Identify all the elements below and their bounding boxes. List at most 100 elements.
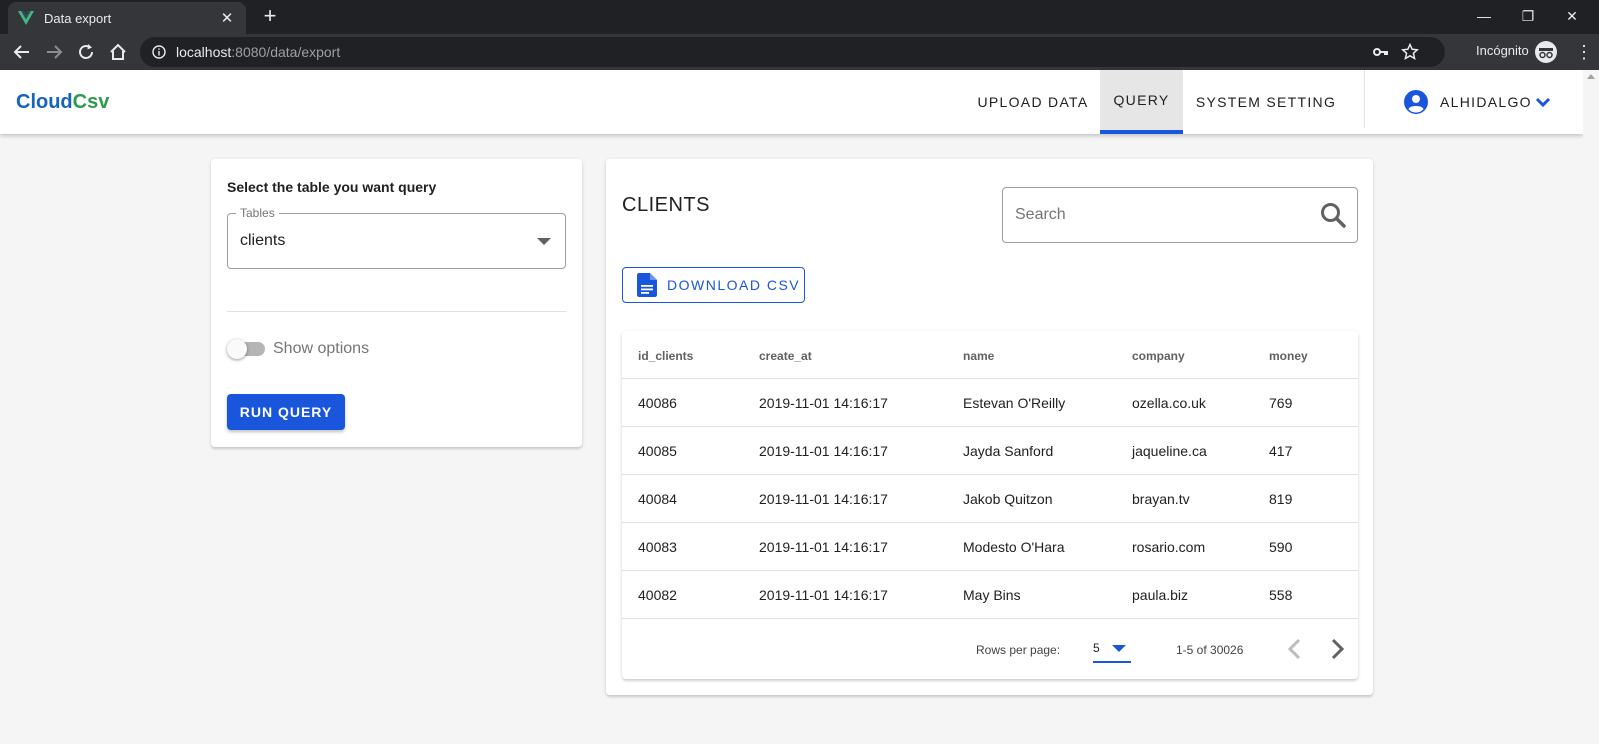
cell-create-at: 2019-11-01 14:16:17 bbox=[759, 443, 888, 459]
caret-down-icon bbox=[1112, 645, 1126, 652]
incognito-icon[interactable] bbox=[1535, 41, 1557, 63]
bookmark-star-icon[interactable] bbox=[1401, 43, 1419, 61]
tables-select[interactable]: Tables clients bbox=[227, 206, 566, 269]
minimize-button[interactable]: — bbox=[1462, 4, 1506, 28]
show-options-toggle[interactable] bbox=[227, 336, 267, 362]
cell-id: 40083 bbox=[638, 539, 677, 555]
cell-create-at: 2019-11-01 14:16:17 bbox=[759, 395, 888, 411]
cell-company: brayan.tv bbox=[1132, 491, 1190, 507]
cell-create-at: 2019-11-01 14:16:17 bbox=[759, 539, 888, 555]
divider bbox=[227, 311, 566, 312]
cell-company: rosario.com bbox=[1132, 539, 1206, 555]
table-row[interactable]: 40083 2019-11-01 14:16:17 Modesto O'Hara… bbox=[622, 523, 1358, 571]
tab-title: Data export bbox=[44, 10, 112, 26]
arrow-right-icon bbox=[47, 45, 63, 59]
tables-selected-value: clients bbox=[240, 232, 286, 249]
table-footer: Rows per page: 5 1-5 of 30026 bbox=[622, 619, 1358, 679]
browser-toolbar: localhost:8080/data/export Incógnito ⋮ bbox=[0, 34, 1599, 70]
column-header-create-at[interactable]: create_at bbox=[759, 349, 812, 363]
chevron-right-icon[interactable] bbox=[1323, 635, 1351, 663]
tables-label: Tables bbox=[236, 206, 279, 220]
results-panel: CLIENTS DOWNLOAD CSV id_clients create_a… bbox=[606, 159, 1373, 695]
forward-button[interactable] bbox=[40, 38, 68, 66]
app-header: CloudCsv UPLOAD DATA QUERY SYSTEM SETTIN… bbox=[0, 70, 1583, 134]
cell-company: ozella.co.uk bbox=[1132, 395, 1206, 411]
cell-name: Estevan O'Reilly bbox=[963, 395, 1066, 411]
reload-button[interactable] bbox=[72, 38, 100, 66]
cell-id: 40082 bbox=[638, 587, 677, 603]
home-button[interactable] bbox=[104, 38, 132, 66]
address-bar[interactable]: localhost:8080/data/export bbox=[140, 37, 1445, 67]
query-panel: Select the table you want query Tables c… bbox=[211, 159, 582, 447]
cell-money: 819 bbox=[1269, 491, 1293, 507]
results-title: CLIENTS bbox=[622, 194, 710, 216]
nav-upload-data[interactable]: UPLOAD DATA bbox=[968, 70, 1098, 134]
table-row[interactable]: 40082 2019-11-01 14:16:17 May Bins paula… bbox=[622, 571, 1358, 619]
cell-company: paula.biz bbox=[1132, 587, 1189, 603]
browser-menu-icon[interactable]: ⋮ bbox=[1575, 42, 1593, 62]
column-header-name[interactable]: name bbox=[963, 349, 994, 363]
cell-money: 417 bbox=[1269, 443, 1293, 459]
user-account-icon[interactable] bbox=[1404, 90, 1428, 114]
nav-query[interactable]: QUERY bbox=[1100, 70, 1183, 134]
column-header-id-clients[interactable]: id_clients bbox=[638, 349, 693, 363]
reload-icon bbox=[79, 44, 93, 59]
show-options-label[interactable]: Show options bbox=[273, 336, 369, 362]
browser-tab-bar: Data export ✕ + — ❐ ✕ bbox=[0, 0, 1599, 34]
url-text: localhost:8080/data/export bbox=[176, 44, 341, 60]
rows-per-page-label: Rows per page: bbox=[976, 643, 1061, 657]
rows-per-page-select[interactable]: 5 bbox=[1093, 633, 1131, 663]
nav-system-setting[interactable]: SYSTEM SETTING bbox=[1185, 70, 1347, 134]
caret-down-icon[interactable] bbox=[537, 238, 551, 245]
info-icon bbox=[152, 45, 166, 59]
document-icon bbox=[637, 273, 657, 297]
cell-money: 558 bbox=[1269, 587, 1293, 603]
app-logo[interactable]: CloudCsv bbox=[16, 91, 109, 114]
browser-tab[interactable]: Data export ✕ bbox=[8, 2, 246, 34]
cell-money: 590 bbox=[1269, 539, 1293, 555]
chevron-down-icon[interactable] bbox=[1534, 94, 1552, 112]
table-header: id_clients create_at name company money bbox=[622, 331, 1358, 379]
cell-id: 40085 bbox=[638, 443, 677, 459]
incognito-label[interactable]: Incógnito bbox=[1476, 43, 1529, 58]
restore-button[interactable]: ❐ bbox=[1506, 4, 1550, 28]
close-window-button[interactable]: ✕ bbox=[1550, 4, 1594, 28]
chevron-left-icon[interactable] bbox=[1281, 635, 1309, 663]
search-field[interactable] bbox=[1002, 187, 1358, 243]
pagination-range: 1-5 of 30026 bbox=[1176, 643, 1244, 657]
search-icon[interactable] bbox=[1319, 201, 1347, 229]
scroll-up-icon[interactable] bbox=[1587, 74, 1595, 79]
table-row[interactable]: 40085 2019-11-01 14:16:17 Jayda Sanford … bbox=[622, 427, 1358, 475]
toggle-thumb bbox=[227, 339, 247, 359]
clients-table: id_clients create_at name company money … bbox=[622, 331, 1358, 679]
cell-name: Jayda Sanford bbox=[963, 443, 1054, 459]
arrow-left-icon bbox=[13, 45, 29, 59]
download-csv-label: DOWNLOAD CSV bbox=[667, 277, 801, 293]
cell-id: 40086 bbox=[638, 395, 677, 411]
column-header-money[interactable]: money bbox=[1269, 349, 1308, 363]
nav-divider bbox=[1364, 70, 1365, 128]
page-scrollbar[interactable] bbox=[1583, 70, 1599, 744]
new-tab-button[interactable]: + bbox=[258, 4, 282, 28]
search-input[interactable] bbox=[1004, 189, 1304, 241]
cell-money: 769 bbox=[1269, 395, 1293, 411]
table-row[interactable]: 40084 2019-11-01 14:16:17 Jakob Quitzon … bbox=[622, 475, 1358, 523]
vue-logo-icon bbox=[18, 11, 34, 25]
cell-name: Jakob Quitzon bbox=[963, 491, 1053, 507]
column-header-company[interactable]: company bbox=[1132, 349, 1185, 363]
cell-company: jaqueline.ca bbox=[1132, 443, 1207, 459]
run-query-button[interactable]: RUN QUERY bbox=[227, 394, 345, 430]
cell-create-at: 2019-11-01 14:16:17 bbox=[759, 491, 888, 507]
tab-close-icon[interactable]: ✕ bbox=[218, 9, 236, 27]
cell-name: May Bins bbox=[963, 587, 1021, 603]
cell-create-at: 2019-11-01 14:16:17 bbox=[759, 587, 888, 603]
home-icon bbox=[110, 43, 126, 60]
table-row[interactable]: 40086 2019-11-01 14:16:17 Estevan O'Reil… bbox=[622, 379, 1358, 427]
rows-per-page-value: 5 bbox=[1093, 641, 1100, 655]
download-csv-button[interactable]: DOWNLOAD CSV bbox=[622, 267, 805, 303]
query-panel-title: Select the table you want query bbox=[227, 179, 437, 195]
key-icon[interactable] bbox=[1373, 45, 1389, 59]
user-name[interactable]: ALHIDALGO bbox=[1440, 94, 1532, 110]
cell-id: 40084 bbox=[638, 491, 677, 507]
back-button[interactable] bbox=[8, 38, 36, 66]
